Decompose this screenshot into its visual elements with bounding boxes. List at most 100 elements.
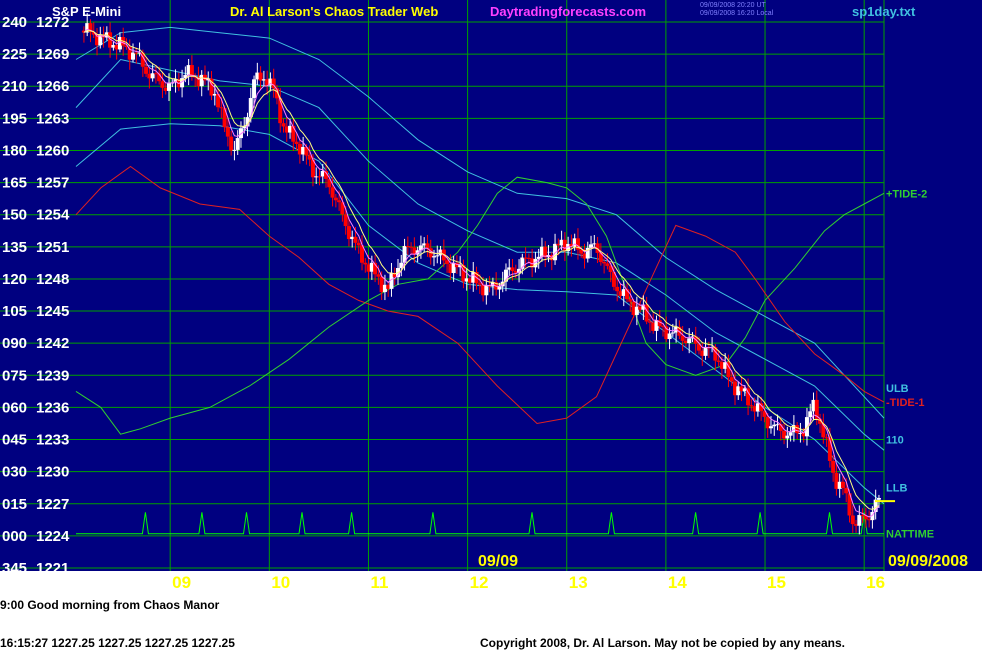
y-label-left: 240 — [2, 14, 27, 31]
candle-body — [484, 285, 489, 296]
mid-date-label: 09/09 — [478, 553, 518, 570]
x-tick-label: 10 — [271, 573, 290, 592]
y-label-price: 1221 — [36, 560, 69, 577]
y-label-price: 1230 — [36, 464, 69, 481]
y-label-left: 135 — [2, 239, 27, 256]
candle-body — [746, 388, 751, 406]
candle-body — [628, 299, 633, 302]
chart: 240 1272225 1269210 1266195 1263180 1260165 12… — [0, 0, 982, 650]
y-label-left: 120 — [2, 271, 27, 288]
candle-body — [343, 214, 348, 227]
candle-body — [235, 138, 240, 150]
candle-body — [808, 411, 813, 418]
candle-body — [844, 487, 849, 494]
candle-body — [333, 197, 338, 201]
right-label: 110 — [886, 435, 904, 447]
candle-body — [160, 81, 165, 88]
candle-body — [166, 83, 171, 91]
x-tick-label: 14 — [668, 573, 687, 592]
y-label-left: 195 — [2, 110, 27, 127]
candle-body — [768, 426, 773, 429]
candle-body — [242, 126, 247, 129]
candle-body — [144, 66, 149, 74]
data-file: sp1day.txt — [852, 4, 916, 19]
y-label-price: 1239 — [36, 367, 69, 384]
y-label-left: 165 — [2, 175, 27, 192]
candle-body — [605, 263, 610, 266]
candle-body — [232, 149, 237, 151]
y-label-price: 1251 — [36, 239, 69, 256]
candle-body — [248, 98, 253, 118]
y-label-left: 210 — [2, 78, 27, 95]
candle-body — [510, 267, 515, 272]
right-label: NATTIME — [886, 529, 934, 541]
candle-body — [281, 123, 286, 127]
x-tick-label: 09 — [172, 573, 191, 592]
y-label-left: 090 — [2, 335, 27, 352]
candle-body — [788, 432, 793, 436]
x-tick-label: 15 — [767, 573, 786, 592]
y-label-price: 1263 — [36, 110, 69, 127]
candle-body — [647, 321, 652, 323]
candle-body — [497, 286, 502, 290]
message-line: 9:00 Good morning from Chaos Manor — [0, 598, 220, 612]
timestamp-local: 09/09/2008 16:20 Local — [700, 10, 774, 17]
candle-body — [602, 261, 607, 264]
y-label-price: 1266 — [36, 78, 69, 95]
y-label-left: 345 — [2, 560, 27, 577]
date-label: 09/09/2008 — [888, 553, 968, 570]
candle-body — [294, 141, 299, 144]
header-title: Dr. Al Larson's Chaos Trader Web — [230, 4, 438, 19]
candle-body — [363, 262, 368, 265]
y-label-left: 000 — [2, 528, 27, 545]
x-tick-label: 13 — [569, 573, 588, 592]
candle-body — [795, 425, 800, 434]
candle-body — [425, 243, 430, 249]
y-label-left: 045 — [2, 432, 27, 449]
candle-body — [219, 107, 224, 109]
y-label-price: 1227 — [36, 496, 69, 513]
x-tick-label: 16 — [866, 573, 885, 592]
y-label-price: 1254 — [36, 207, 70, 224]
y-label-price: 1260 — [36, 142, 69, 159]
x-tick-label: 12 — [470, 573, 489, 592]
y-label-left: 105 — [2, 303, 27, 320]
y-label-left: 150 — [2, 207, 27, 224]
x-tick-label: 11 — [370, 573, 388, 592]
y-label-price: 1269 — [36, 46, 69, 63]
candle-body — [376, 274, 381, 277]
candle-body — [229, 136, 234, 151]
y-label-left: 060 — [2, 399, 27, 416]
y-label-left: 015 — [2, 496, 27, 513]
candle-body — [687, 338, 692, 344]
candle-body — [831, 460, 836, 473]
candle-body — [337, 200, 342, 203]
right-label: ULB — [886, 383, 909, 395]
timestamp-ut: 09/09/2008 20:20 UT — [700, 2, 766, 9]
candle-body — [353, 236, 358, 243]
right-label: +TIDE-2 — [886, 188, 927, 200]
y-label-price: 1245 — [36, 303, 69, 320]
y-label-left: 075 — [2, 367, 27, 384]
candle-body — [356, 242, 361, 246]
y-label-price: 1233 — [36, 432, 69, 449]
candle-body — [667, 333, 672, 340]
y-label-left: 030 — [2, 464, 27, 481]
candle-body — [670, 332, 675, 334]
y-label-price: 1224 — [36, 528, 70, 545]
y-label-left: 180 — [2, 142, 27, 159]
candle-body — [317, 176, 322, 178]
candle-body — [840, 481, 845, 488]
candle-body — [291, 125, 296, 142]
candle-body — [850, 515, 855, 525]
y-label-price: 1242 — [36, 335, 69, 352]
candle-body — [749, 405, 754, 407]
candle-body — [477, 283, 482, 285]
site-link[interactable]: Daytradingforecasts.com — [490, 4, 646, 19]
instrument-label: S&P E-Mini — [52, 4, 121, 19]
candle-body — [821, 423, 826, 438]
y-label-price: 1236 — [36, 399, 69, 416]
candle-body — [703, 347, 708, 356]
y-label-price: 1257 — [36, 175, 69, 192]
copyright: Copyright 2008, Dr. Al Larson. May not b… — [480, 636, 845, 650]
